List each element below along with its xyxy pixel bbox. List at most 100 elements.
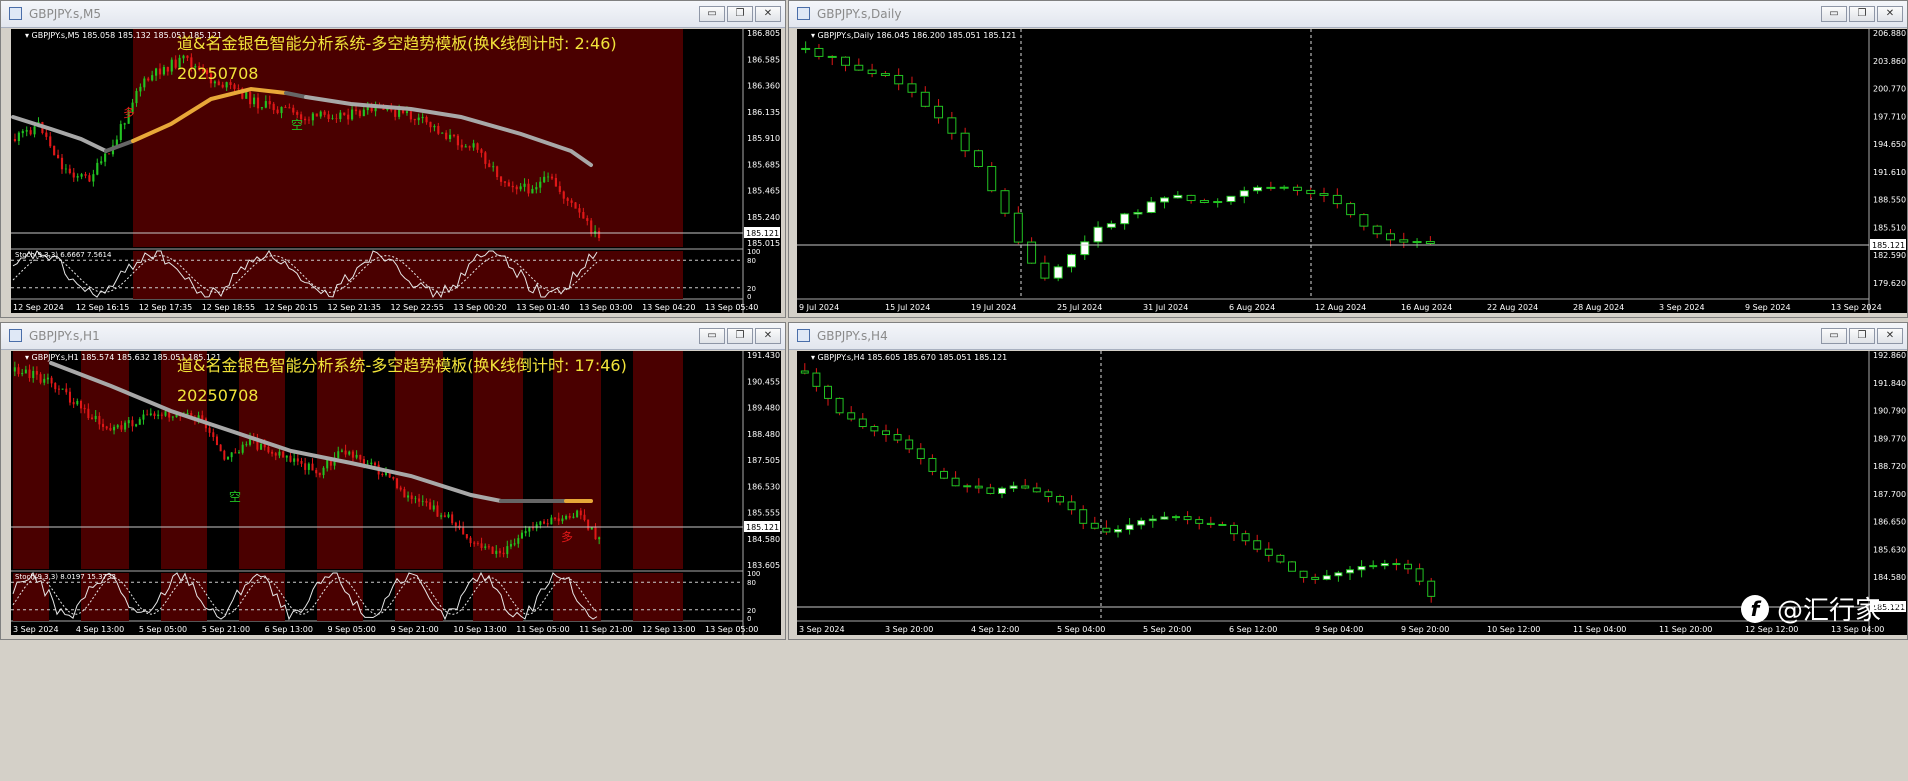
window-titlebar[interactable]: GBPJPY.s,M5 ▭ ❐ ✕ (1, 1, 785, 28)
candle-body (1067, 501, 1076, 511)
time-tick-label: 13 Sep 03:00 (579, 303, 632, 312)
candle-body (1253, 186, 1263, 192)
price-tick-label: 190.790 (1873, 407, 1906, 416)
price-tick-label: 203.860 (1873, 57, 1906, 66)
stoch-level-label: 80 (747, 579, 756, 587)
price-tick-label: 184.580 (1873, 573, 1906, 582)
chart-window-icon (9, 329, 22, 342)
candle-body (1120, 213, 1130, 225)
candle-body (1357, 566, 1366, 571)
overlay-title: 道&名金银色智能分析系统-多空趋势模板(换K线倒计时: 17:46) (177, 356, 627, 375)
close-button[interactable]: ✕ (755, 6, 781, 22)
time-tick-label: 9 Sep 2024 (1745, 303, 1791, 312)
price-tick-label: 206.880 (1873, 29, 1906, 38)
candle-body (854, 64, 864, 71)
candle-body (1040, 262, 1050, 279)
maximize-button[interactable]: ❐ (727, 6, 753, 22)
candle-body (801, 47, 811, 50)
maximize-button[interactable]: ❐ (1849, 6, 1875, 22)
candle-body (1319, 193, 1329, 196)
chart-canvas-h1[interactable]: 185.121 191.430 190.455 189.480 188.480 187.5… (11, 351, 781, 635)
chart-window-daily[interactable]: GBPJPY.s,Daily ▭ ❐ ✕ 185.121 206.880 203.8… (788, 0, 1908, 318)
candle-body (1160, 197, 1170, 203)
chart-canvas-m5[interactable]: 185.121 186.805 186.585 186.360 186.135 185.9… (11, 29, 781, 313)
candle-body (1013, 212, 1023, 243)
candle-body (824, 385, 832, 399)
stoch-level-label: 20 (747, 285, 756, 293)
candle-body (1412, 241, 1422, 244)
time-tick-label: 6 Sep 12:00 (1229, 625, 1277, 634)
stoch-label: Stoch(9,3,3) 8.0197 15.3733 (15, 573, 116, 581)
close-button[interactable]: ✕ (1877, 6, 1903, 22)
candle-body (1427, 580, 1436, 597)
candle-body (916, 448, 925, 459)
session-panel (161, 573, 207, 621)
price-tick-label: 192.860 (1873, 351, 1906, 360)
candle-body (1009, 485, 1018, 489)
price-tick-label: 186.530 (747, 482, 780, 491)
candle-body (1226, 195, 1236, 203)
session-panel (13, 351, 49, 569)
close-button[interactable]: ✕ (1877, 328, 1903, 344)
chart-window-m5[interactable]: GBPJPY.s,M5 ▭ ❐ ✕ 185.121 186.805 186.585 1… (0, 0, 786, 318)
minimize-button[interactable]: ▭ (1821, 6, 1847, 22)
candle-body (880, 73, 890, 76)
chart-window-h4[interactable]: GBPJPY.s,H4 ▭ ❐ ✕ 185.121 192.860 191.840 1… (788, 322, 1908, 640)
price-tick-label: 186.805 (747, 29, 780, 38)
minimize-button[interactable]: ▭ (699, 328, 725, 344)
overlay-title: 道&名金银色智能分析系统-多空趋势模板(换K线倒计时: 2:46) (177, 34, 617, 53)
price-tick-label: 186.360 (747, 82, 780, 91)
close-button[interactable]: ✕ (755, 328, 781, 344)
candle-body (1080, 241, 1090, 256)
price-tick-label: 191.610 (1873, 168, 1906, 177)
candle-body (1093, 226, 1103, 243)
chart-window-h1[interactable]: GBPJPY.s,H1 ▭ ❐ ✕ 185.121 191.430 190.455 1… (0, 322, 786, 640)
time-tick-label: 10 Sep 12:00 (1487, 625, 1540, 634)
time-tick-label: 11 Sep 21:00 (579, 625, 632, 634)
candle-body (835, 397, 844, 414)
candle-body (1332, 194, 1342, 205)
session-panel (395, 351, 443, 569)
candle-body (1425, 241, 1435, 245)
stoch-level-label: 80 (747, 257, 756, 265)
session-panel (633, 573, 683, 621)
maximize-button[interactable]: ❐ (1849, 328, 1875, 344)
candle-body (800, 370, 809, 374)
minimize-button[interactable]: ▭ (699, 6, 725, 22)
window-titlebar[interactable]: GBPJPY.s,H1 ▭ ❐ ✕ (1, 323, 785, 350)
time-tick-label: 28 Aug 2024 (1573, 303, 1624, 312)
candle-body (1102, 527, 1111, 533)
candle-body (1322, 575, 1331, 580)
window-titlebar[interactable]: GBPJPY.s,H4 ▭ ❐ ✕ (789, 323, 1907, 350)
time-tick-label: 16 Aug 2024 (1401, 303, 1452, 312)
price-tick-label: 185.240 (747, 213, 780, 222)
session-panel (161, 351, 207, 569)
candle-body (1044, 491, 1053, 497)
time-tick-label: 12 Aug 2024 (1315, 303, 1366, 312)
minimize-button[interactable]: ▭ (1821, 328, 1847, 344)
maximize-button[interactable]: ❐ (727, 328, 753, 344)
session-panel (633, 351, 683, 569)
time-tick-label: 22 Aug 2024 (1487, 303, 1538, 312)
watermark: f @汇行家 (1740, 590, 1881, 627)
candle-body (1213, 201, 1223, 204)
candle-body (1299, 570, 1308, 578)
candle-body (1288, 561, 1296, 572)
time-tick-label: 31 Jul 2024 (1143, 303, 1188, 312)
candle-body (1000, 190, 1010, 214)
candle-body (940, 470, 948, 479)
candle-body (1241, 533, 1250, 542)
current-price-label: 185.121 (746, 229, 779, 238)
candle-body (1415, 568, 1424, 582)
candle-body (858, 418, 867, 428)
candle-body (1053, 266, 1063, 279)
time-tick-label: 9 Sep 04:00 (1315, 625, 1363, 634)
window-titlebar[interactable]: GBPJPY.s,Daily ▭ ❐ ✕ (789, 1, 1907, 28)
time-tick-label: 13 Sep 04:20 (642, 303, 695, 312)
candle-body (847, 412, 856, 420)
chart-canvas-daily[interactable]: 185.121 206.880 203.860 200.770 197.710 194.6… (797, 29, 1907, 313)
signal-long-marker: 多 (561, 530, 573, 544)
candle-body (1404, 563, 1412, 570)
time-tick-label: 13 Sep 01:40 (516, 303, 569, 312)
time-tick-label: 5 Sep 05:00 (139, 625, 187, 634)
